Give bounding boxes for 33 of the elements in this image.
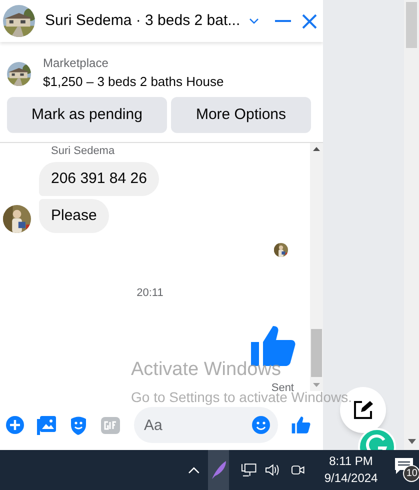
sender-name: Suri Sedema [51,144,116,158]
plus-icon[interactable] [6,416,24,434]
minimize-icon[interactable] [275,19,292,23]
listing-label: Marketplace [43,55,110,72]
image-icon[interactable] [37,416,56,434]
speaker-icon[interactable] [265,463,281,477]
thumbs-up-icon[interactable] [291,415,311,435]
scroll-down-icon[interactable] [313,383,320,387]
activation-title: Activate Windows [131,358,282,382]
action-button[interactable]: More Options [171,97,311,133]
sent-status: Sent [271,380,294,394]
notification-count: 10 [403,465,419,482]
chat-title[interactable]: Suri Sedema · 3 beds 2 bat... [45,10,240,32]
network-icon[interactable] [241,463,258,477]
caret-icon[interactable] [408,439,416,444]
edit-icon [353,400,373,420]
message-bubble: Please [39,199,109,233]
clock[interactable]: 8:11 PM 9/14/2024 [316,453,386,487]
action-button[interactable]: Mark as pending [7,97,167,133]
feather-icon[interactable] [210,460,227,480]
chevron-down-icon[interactable] [249,17,260,25]
scrollbar-thumb[interactable] [406,2,417,48]
sticker-icon[interactable] [69,416,88,434]
scroll-up-icon[interactable] [313,147,320,151]
scrollbar[interactable] [310,143,323,391]
scrollbar-thumb[interactable] [311,329,322,377]
listing-title[interactable]: $1,250 – 3 beds 2 baths House [43,72,224,92]
smiley-icon[interactable] [252,416,270,434]
close-icon[interactable] [302,14,318,28]
timestamp: 20:11 [136,286,164,301]
chevron-up-icon[interactable] [188,466,200,474]
message-bubble: 206 391 84 26 [39,162,159,196]
message-field[interactable]: Aa [134,407,278,443]
